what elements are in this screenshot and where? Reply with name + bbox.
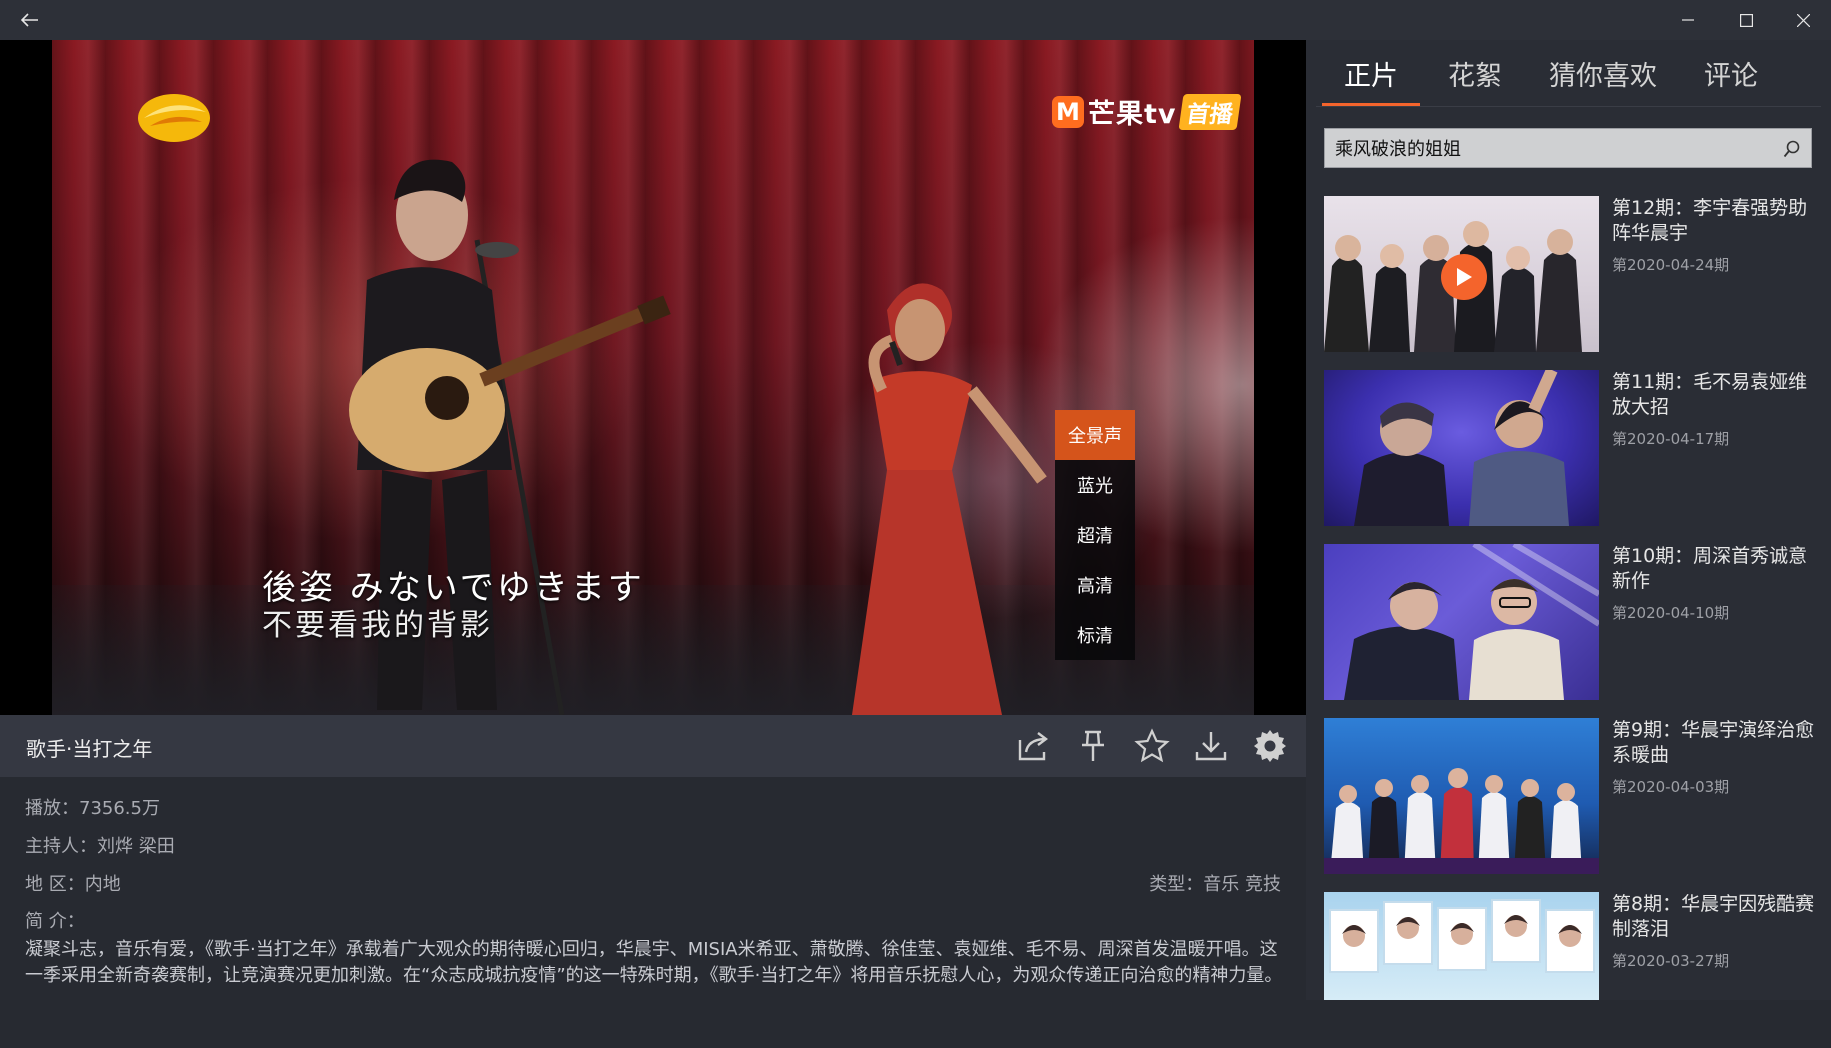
quality-option-hd[interactable]: 高清	[1055, 560, 1135, 610]
episode-thumbnail	[1324, 718, 1599, 874]
show-title: 歌手·当打之年	[26, 737, 153, 761]
episode-thumbnail	[1324, 544, 1599, 700]
mgtv-logo-box: M	[1052, 95, 1084, 128]
region-row: 地 区：内地	[25, 870, 121, 896]
region-value: 内地	[84, 874, 121, 895]
episode-date: 第2020-04-03期	[1612, 778, 1730, 796]
back-arrow-icon[interactable]	[2, 0, 58, 40]
episode-item[interactable]: 第8期：华晨宇因残酷赛制落泪 第2020-03-27期	[1324, 892, 1824, 1048]
tab-comments[interactable]: 评论	[1688, 40, 1774, 106]
hunan-tv-logo	[138, 94, 210, 142]
thumbnail-art	[1354, 370, 1569, 526]
host-row: 主持人：刘烨 梁田	[25, 832, 175, 858]
tab-divider	[1316, 106, 1821, 107]
episode-thumbnail	[1324, 370, 1599, 526]
intro-label: 简 介：	[25, 911, 85, 932]
settings-icon[interactable]	[1252, 728, 1288, 764]
show-details: 播放：7356.5万 主持人：刘烨 梁田 地 区：内地 类型：音乐 竞技 简 介…	[0, 777, 1306, 1000]
episode-date: 第2020-04-17期	[1612, 430, 1730, 448]
play-icon[interactable]	[1441, 254, 1487, 300]
quality-option-dolby[interactable]: 全景声	[1055, 410, 1135, 460]
episode-panel: 正片 花絮 猜你喜欢 评论 乘风破浪的姐姐 第12期：李宇春强势助阵华晨宇 第2…	[1306, 40, 1831, 1000]
intro-text: 凝聚斗志，音乐有爱，《歌手·当打之年》承载着广大观众的期待暖心回归，华晨宇、MI…	[25, 939, 1283, 986]
quality-menu: 全景声 蓝光 超清 高清 标清	[1055, 410, 1135, 660]
host-label: 主持人：	[25, 836, 97, 857]
quality-option-super-hd[interactable]: 超清	[1055, 510, 1135, 560]
episode-title: 第9期：华晨宇演绎治愈系暖曲	[1612, 719, 1815, 766]
episode-date: 第2020-04-24期	[1612, 256, 1730, 274]
episode-title: 第8期：华晨宇因残酷赛制落泪	[1612, 893, 1815, 940]
video-frame: M 芒果tv 首播 後姿 みないでゆきます 不要看我的背影 全景声 蓝光 超清 …	[52, 40, 1254, 715]
episode-item[interactable]: 第9期：华晨宇演绎治愈系暖曲 第2020-04-03期	[1324, 718, 1824, 874]
episode-title: 第11期：毛不易袁娅维放大招	[1612, 371, 1808, 418]
minimize-icon[interactable]	[1660, 0, 1716, 40]
title-bar	[0, 0, 1831, 40]
maximize-icon[interactable]	[1718, 0, 1774, 40]
mgtv-logo-text: 芒果tv	[1088, 99, 1177, 130]
tab-episodes[interactable]: 正片	[1322, 40, 1420, 106]
play-count-row: 播放：7356.5万	[25, 794, 160, 820]
play-count-label: 播放：	[25, 798, 79, 819]
thumbnail-art	[1344, 544, 1599, 700]
region-label: 地 区：	[25, 874, 85, 895]
search-icon[interactable]	[1783, 140, 1801, 158]
episode-item[interactable]: 第10期：周深首秀诚意新作 第2020-04-10期	[1324, 544, 1824, 700]
video-info-bar: 歌手·当打之年	[0, 715, 1306, 777]
host-value: 刘烨 梁田	[97, 836, 175, 857]
subtitle-line-2: 不要看我的背影	[262, 608, 493, 643]
episode-title: 第10期：周深首秀诚意新作	[1612, 545, 1808, 592]
action-icons	[1016, 728, 1288, 764]
singer-figure	[852, 283, 1047, 715]
share-icon[interactable]	[1016, 728, 1052, 764]
play-count-value: 7356.5万	[79, 798, 160, 819]
star-icon[interactable]	[1134, 728, 1170, 764]
quality-option-sd[interactable]: 标清	[1055, 610, 1135, 660]
episode-item[interactable]: 第12期：李宇春强势助阵华晨宇 第2020-04-24期	[1324, 196, 1824, 352]
pin-icon[interactable]	[1075, 728, 1111, 764]
search-input[interactable]	[1325, 129, 1785, 167]
panel-tabs: 正片 花絮 猜你喜欢 评论	[1316, 40, 1821, 106]
episode-title: 第12期：李宇春强势助阵华晨宇	[1612, 197, 1808, 244]
type-label: 类型：	[1149, 874, 1204, 895]
video-player[interactable]: M 芒果tv 首播 後姿 みないでゆきます 不要看我的背影 全景声 蓝光 超清 …	[0, 40, 1306, 715]
type-value: 音乐 竞技	[1203, 874, 1281, 895]
mgtv-logo: M 芒果tv 首播	[1052, 92, 1242, 131]
search-box	[1324, 128, 1812, 168]
type-row: 类型：音乐 竞技	[1149, 870, 1281, 896]
episode-thumbnail	[1324, 196, 1599, 352]
download-icon[interactable]	[1193, 728, 1229, 764]
tab-extras[interactable]: 花絮	[1432, 40, 1518, 106]
episode-date: 第2020-03-27期	[1612, 952, 1730, 970]
premiere-badge: 首播	[1177, 93, 1242, 130]
episode-thumbnail	[1324, 892, 1599, 1000]
episode-item[interactable]: 第11期：毛不易袁娅维放大招 第2020-04-17期	[1324, 370, 1824, 526]
thumbnail-art	[1324, 768, 1599, 874]
quality-option-bluray[interactable]: 蓝光	[1055, 460, 1135, 510]
close-icon[interactable]	[1775, 0, 1831, 40]
thumbnail-art	[1329, 899, 1595, 973]
tab-recommend[interactable]: 猜你喜欢	[1538, 40, 1668, 106]
episode-date: 第2020-04-10期	[1612, 604, 1730, 622]
